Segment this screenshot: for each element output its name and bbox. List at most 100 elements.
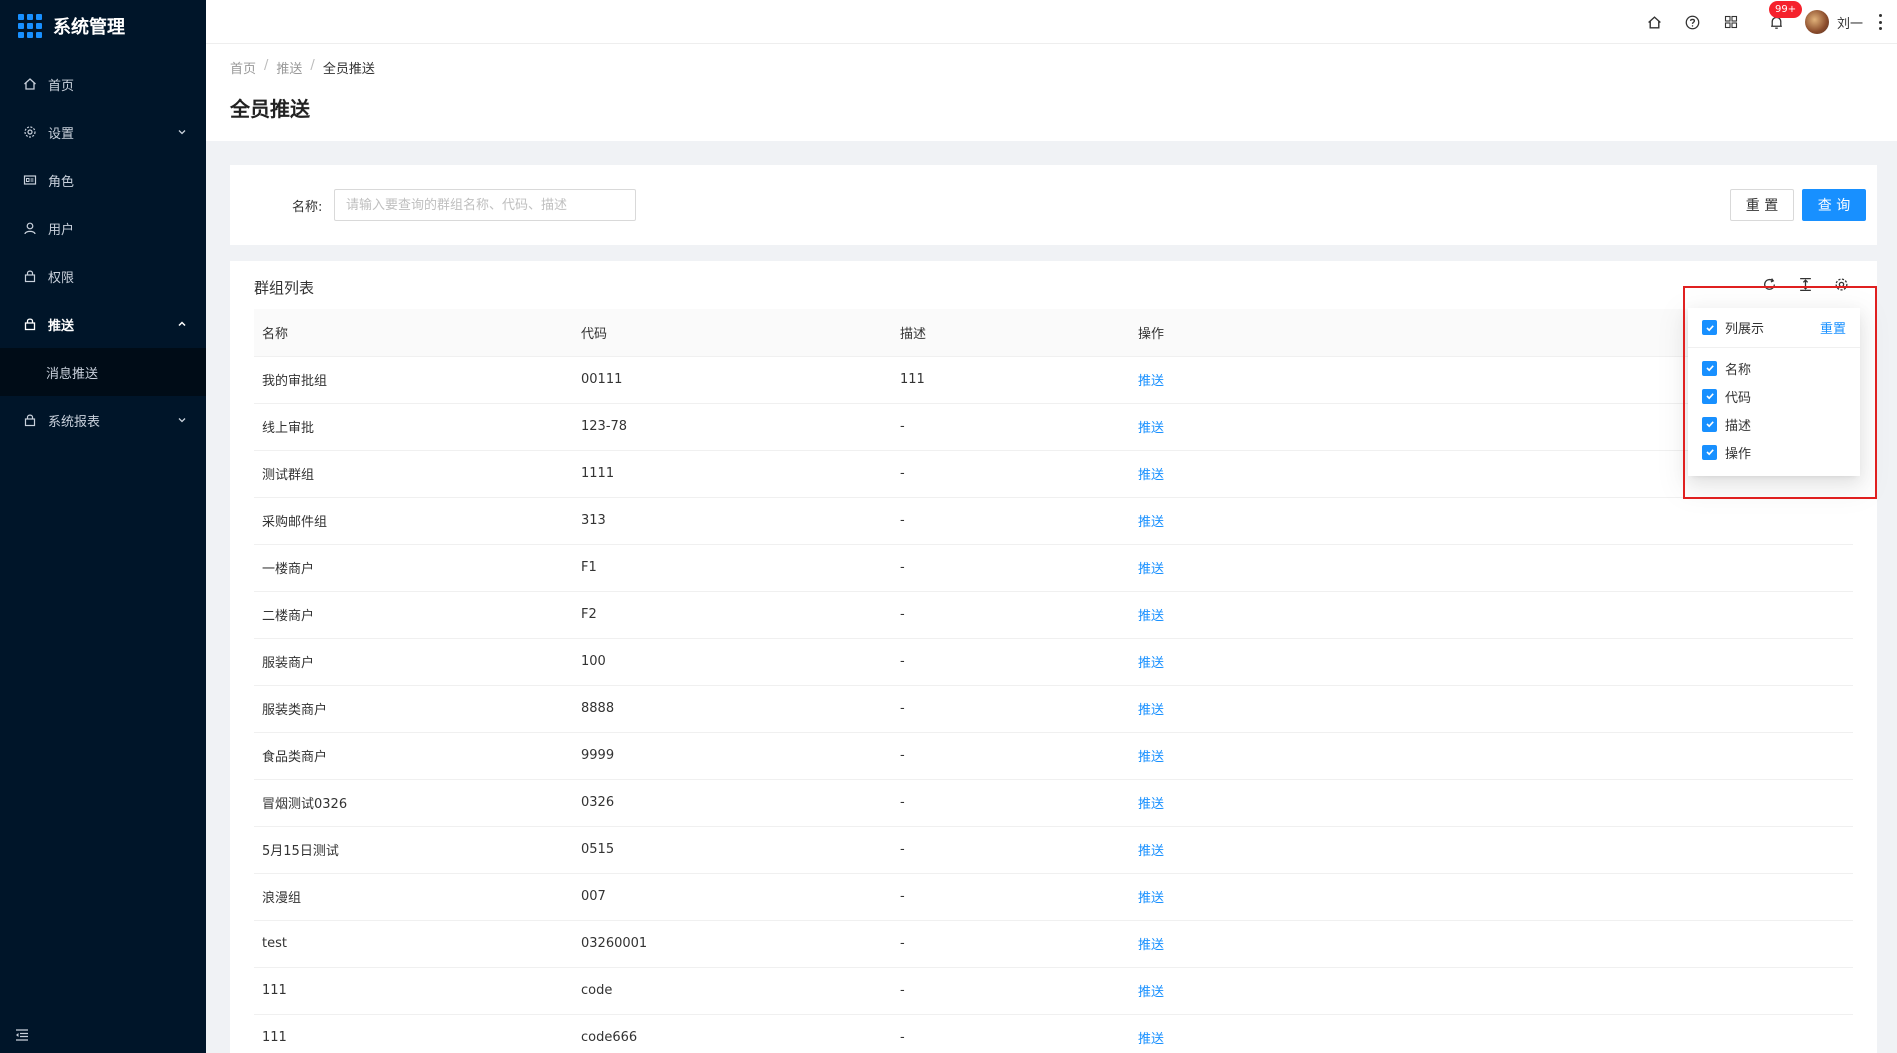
- cell-code: 313: [573, 497, 892, 545]
- sidebar-menu: 首页 设置 角色 用户 权限 推送 消息推送 系统报表: [0, 60, 206, 444]
- cell-code: code666: [573, 1014, 892, 1053]
- cell-name: 浪漫组: [254, 873, 573, 921]
- push-link[interactable]: 推送: [1138, 985, 1164, 1000]
- cell-action: 推送: [1130, 826, 1853, 874]
- table-title: 群组列表: [254, 279, 315, 297]
- sidebar-item-label: 设置: [48, 126, 75, 142]
- table-row: 111 code - 推送: [254, 967, 1853, 1015]
- more-vertical-icon[interactable]: [1877, 14, 1883, 30]
- cell-code: 03260001: [573, 920, 892, 968]
- table-row: 冒烟测试0326 0326- 推送: [254, 779, 1853, 827]
- brand[interactable]: 系统管理: [0, 0, 206, 52]
- push-link[interactable]: 推送: [1138, 374, 1164, 389]
- table-row: 食品类商户 9999- 推送: [254, 732, 1853, 780]
- breadcrumb-home[interactable]: 首页: [230, 58, 256, 77]
- cell-desc: -: [892, 403, 1130, 451]
- push-link[interactable]: 推送: [1138, 562, 1164, 577]
- sidebar-item-users[interactable]: 用户: [0, 204, 206, 252]
- push-link[interactable]: 推送: [1138, 421, 1164, 436]
- search-input[interactable]: [334, 189, 636, 221]
- group-list-panel: 群组列表 名称 代码 描述 操作 我的审批组 00111 111 推送 线上审批 123-…: [230, 261, 1877, 1053]
- table-row: 采购邮件组 313- 推送: [254, 497, 1853, 545]
- cell-code: F1: [573, 544, 892, 592]
- cell-action: 推送: [1130, 779, 1853, 827]
- cell-desc: -: [892, 920, 1130, 968]
- page-header: 首页 / 推送 / 全员推送 全员推送: [206, 44, 1897, 141]
- table-row: 一楼商户 F1- 推送: [254, 544, 1853, 592]
- sidebar-item-permissions[interactable]: 权限: [0, 252, 206, 300]
- chevron-down-icon: [176, 414, 188, 426]
- cell-name: 线上审批: [254, 403, 573, 451]
- cell-code: 100: [573, 638, 892, 686]
- lock-icon: [22, 268, 38, 284]
- home-icon: [22, 76, 38, 92]
- cell-code: code: [573, 967, 892, 1015]
- cell-name: test: [254, 920, 573, 968]
- cell-desc: -: [892, 638, 1130, 686]
- push-link[interactable]: 推送: [1138, 938, 1164, 953]
- cell-action: 推送: [1130, 544, 1853, 592]
- cell-desc: -: [892, 544, 1130, 592]
- help-icon[interactable]: [1683, 12, 1703, 32]
- table-row: 服装类商户 8888- 推送: [254, 685, 1853, 733]
- push-link[interactable]: 推送: [1138, 797, 1164, 812]
- sidebar-item-roles[interactable]: 角色: [0, 156, 206, 204]
- push-link[interactable]: 推送: [1138, 656, 1164, 671]
- push-link[interactable]: 推送: [1138, 844, 1164, 859]
- breadcrumb-separator: /: [264, 58, 269, 73]
- home-icon[interactable]: [1645, 12, 1665, 32]
- menu-fold-icon[interactable]: [14, 1027, 30, 1043]
- breadcrumb-separator: /: [310, 58, 315, 73]
- cell-action: 推送: [1130, 873, 1853, 921]
- push-link[interactable]: 推送: [1138, 1032, 1164, 1047]
- chevron-up-icon: [176, 318, 188, 330]
- reset-button[interactable]: 重 置: [1730, 189, 1794, 221]
- apps-icon[interactable]: [1721, 12, 1741, 32]
- table-body: 我的审批组 00111 111 推送 线上审批 123-78- 推送 测试群组 1111- 推送采…: [254, 356, 1853, 1053]
- sidebar-item-label: 角色: [48, 174, 75, 190]
- query-button[interactable]: 查 询: [1802, 189, 1866, 221]
- cell-name: 111: [254, 967, 573, 1015]
- cell-code: F2: [573, 591, 892, 639]
- cell-desc: -: [892, 591, 1130, 639]
- cell-name: 食品类商户: [254, 732, 573, 780]
- cell-code: 9999: [573, 732, 892, 780]
- breadcrumb-parent[interactable]: 推送: [276, 58, 302, 77]
- cell-code: 0515: [573, 826, 892, 874]
- user-name: 刘一: [1836, 16, 1863, 32]
- table-row: 5月15日测试 0515- 推送: [254, 826, 1853, 874]
- push-link[interactable]: 推送: [1138, 515, 1164, 530]
- sidebar-item-reports[interactable]: 系统报表: [0, 396, 206, 444]
- sidebar-item-settings[interactable]: 设置: [0, 108, 206, 156]
- bell-icon[interactable]: 99+: [1767, 1, 1803, 32]
- cell-desc: -: [892, 967, 1130, 1015]
- push-link[interactable]: 推送: [1138, 468, 1164, 483]
- sidebar-subitem-label: 消息推送: [46, 366, 99, 382]
- cell-code: 0326: [573, 779, 892, 827]
- column-header-desc: 描述: [892, 309, 1130, 357]
- group-table: 名称 代码 描述 操作 我的审批组 00111 111 推送 线上审批 123-78- 推送…: [254, 309, 1853, 1053]
- sidebar-item-home[interactable]: 首页: [0, 60, 206, 108]
- push-link[interactable]: 推送: [1138, 891, 1164, 906]
- app-grid-icon: [18, 14, 42, 38]
- avatar: [1804, 10, 1829, 34]
- cell-desc: -: [892, 1014, 1130, 1053]
- sidebar-subitem-message-push[interactable]: 消息推送: [0, 348, 206, 396]
- table-row: 浪漫组 007- 推送: [254, 873, 1853, 921]
- push-link[interactable]: 推送: [1138, 703, 1164, 718]
- cell-desc: -: [892, 826, 1130, 874]
- cell-name: 测试群组: [254, 450, 573, 498]
- notification-badge: 99+: [1768, 1, 1803, 18]
- cell-action: 推送: [1130, 638, 1853, 686]
- user-menu[interactable]: 刘一: [1804, 10, 1863, 34]
- search-label: 名称:: [292, 200, 323, 215]
- chevron-down-icon: [176, 126, 188, 138]
- cell-name: 我的审批组: [254, 356, 573, 404]
- push-link[interactable]: 推送: [1138, 609, 1164, 624]
- app-title: 系统管理: [53, 17, 125, 38]
- push-link[interactable]: 推送: [1138, 750, 1164, 765]
- sidebar-item-push[interactable]: 推送: [0, 300, 206, 348]
- sidebar-item-label: 推送: [48, 318, 75, 334]
- cell-desc: -: [892, 873, 1130, 921]
- user-icon: [22, 220, 38, 236]
